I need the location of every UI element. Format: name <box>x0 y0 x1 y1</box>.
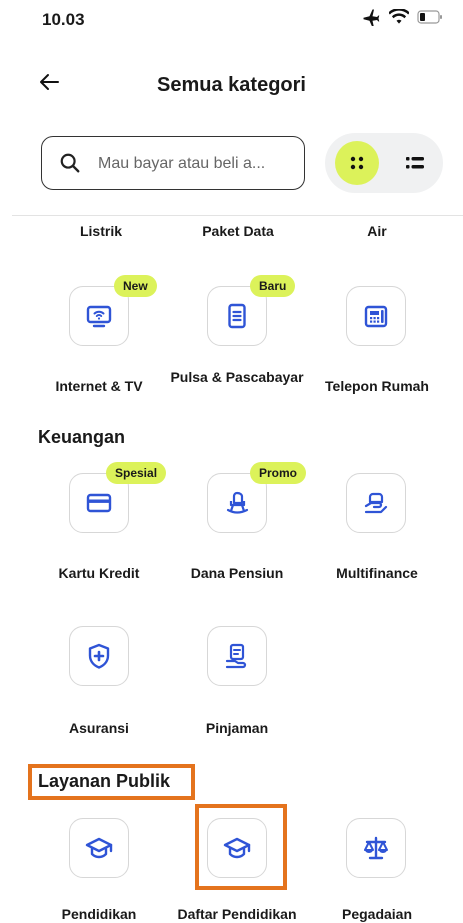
badge-promo: Promo <box>250 462 307 484</box>
label-asuransi[interactable]: Asuransi <box>24 719 174 737</box>
label-multifinance[interactable]: Multifinance <box>302 564 452 582</box>
label-kartu-kredit[interactable]: Kartu Kredit <box>24 564 174 582</box>
highlight-box-daftar-pendidikan <box>195 804 287 890</box>
label-pinjaman[interactable]: Pinjaman <box>162 719 312 737</box>
airplane-icon <box>363 9 380 26</box>
status-time: 10.03 <box>42 10 85 29</box>
category-label-listrik[interactable]: Listrik <box>26 222 176 240</box>
page-title: Semua kategori <box>157 74 306 96</box>
divider <box>12 215 463 216</box>
credit-card-icon <box>86 493 112 513</box>
section-title-keuangan: Keuangan <box>38 427 126 447</box>
tile-asuransi[interactable] <box>69 626 129 686</box>
grid-view-button[interactable] <box>335 141 379 185</box>
wifi-icon <box>389 9 409 24</box>
status-icons <box>361 8 443 26</box>
loan-document-icon <box>225 643 247 669</box>
balance-scale-icon <box>364 836 388 860</box>
label-pegadaian[interactable]: Pegadaian <box>302 905 452 923</box>
badge-new: New <box>114 275 157 297</box>
label-pulsa-pascabayar[interactable]: Pulsa & Pascabayar <box>162 368 312 386</box>
list-view-button[interactable] <box>393 141 437 185</box>
graduation-cap-icon <box>85 837 113 859</box>
label-pendidikan[interactable]: Pendidikan <box>24 905 174 923</box>
header: Semua kategori <box>0 60 463 110</box>
tile-pegadaian[interactable] <box>346 818 406 878</box>
grid-dots-icon <box>350 156 364 170</box>
tile-pinjaman[interactable] <box>207 626 267 686</box>
category-label-paket-data[interactable]: Paket Data <box>163 222 313 240</box>
tv-wifi-icon <box>86 305 112 328</box>
status-bar: 10.03 <box>0 0 463 40</box>
badge-spesial: Spesial <box>106 462 167 484</box>
rocking-chair-icon <box>226 491 249 514</box>
phone-document-icon <box>228 303 246 329</box>
battery-icon <box>417 10 442 24</box>
label-daftar-pendidikan[interactable]: Daftar Pendidikan <box>162 905 312 923</box>
tile-pendidikan[interactable] <box>69 818 129 878</box>
label-telepon-rumah[interactable]: Telepon Rumah <box>302 377 452 395</box>
hand-money-icon <box>364 492 388 514</box>
label-dana-pensiun[interactable]: Dana Pensiun <box>162 564 312 582</box>
label-internet-tv[interactable]: Internet & TV <box>24 377 174 395</box>
shield-plus-icon <box>88 643 110 669</box>
tile-telepon-rumah[interactable] <box>346 286 406 346</box>
highlight-box-section <box>28 764 195 800</box>
landline-phone-icon <box>364 305 388 328</box>
badge-baru: Baru <box>250 275 296 297</box>
category-label-air[interactable]: Air <box>302 222 452 240</box>
search-input[interactable] <box>96 150 300 178</box>
tile-multifinance[interactable] <box>346 473 406 533</box>
view-toggle <box>325 133 443 193</box>
search-icon <box>60 153 80 173</box>
list-icon <box>406 157 424 169</box>
search-box[interactable] <box>41 136 305 190</box>
